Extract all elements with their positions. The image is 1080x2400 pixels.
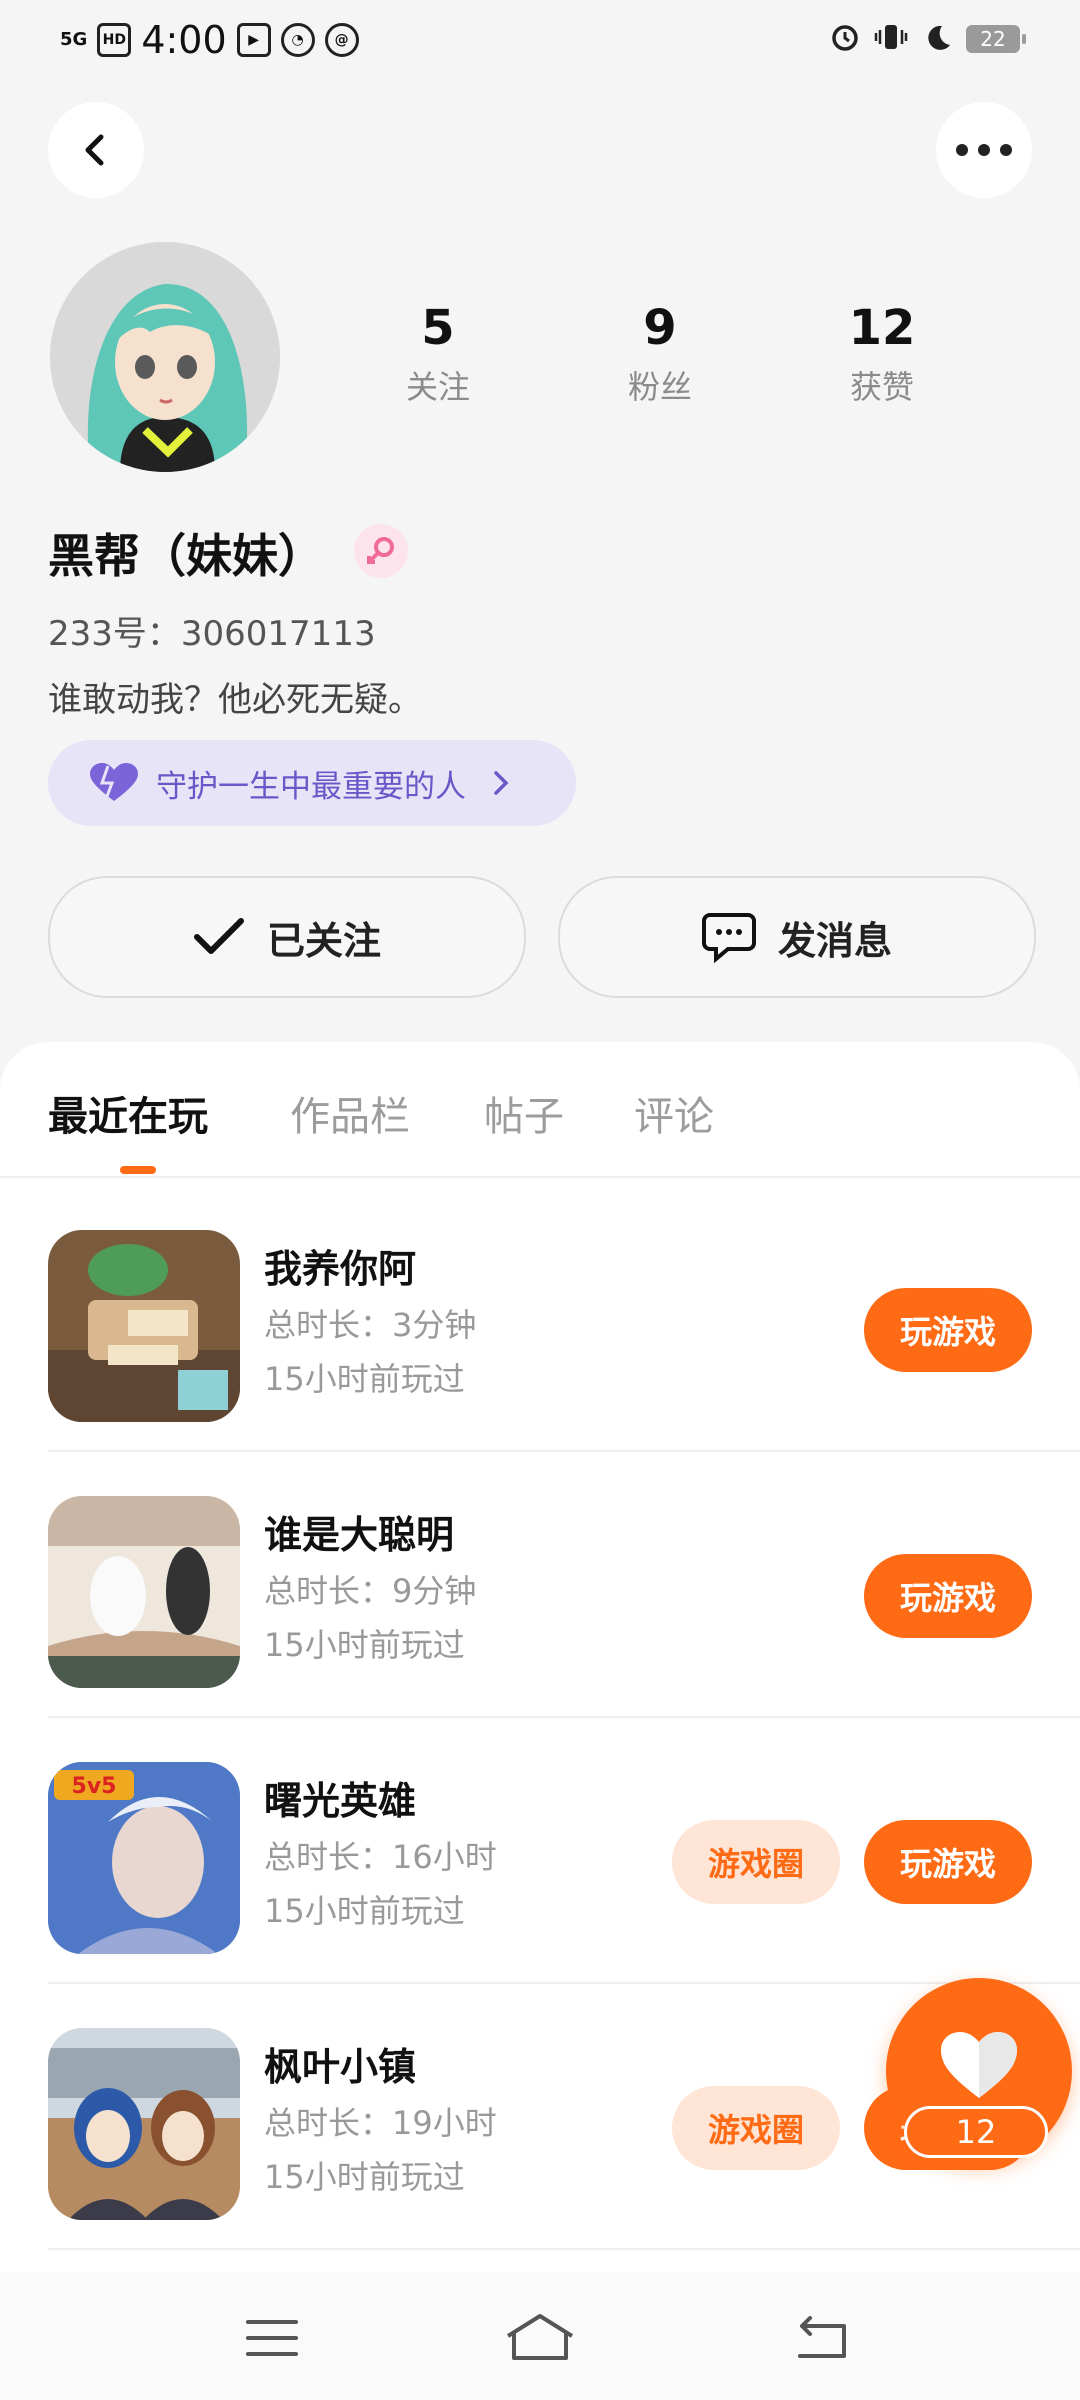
game-last-played: 15小时前玩过 [264, 1360, 465, 1398]
heart-icon [941, 2032, 1017, 2098]
mail-icon: @ [324, 23, 359, 57]
female-icon [354, 524, 408, 578]
purple-heart-icon [90, 763, 138, 801]
fans-count: 9 [643, 300, 677, 356]
status-bar: 5G HD 4:00 ▶ ◔ @ 22 [0, 0, 1080, 84]
game-row[interactable]: 谁是大聪明 总时长：9分钟 15小时前玩过 玩游戏 [0, 1452, 1080, 1718]
tab-posts[interactable]: 帖子 [484, 1084, 564, 1142]
check-icon [193, 918, 244, 954]
tab-works[interactable]: 作品栏 [290, 1084, 410, 1142]
stat-fans[interactable]: 9 粉丝 [580, 300, 740, 408]
send-message-label: 发消息 [777, 918, 892, 963]
game-icon [48, 1230, 240, 1422]
guard-text: 守护一生中最重要的人 [156, 768, 466, 805]
app-notification-icon: ◔ [280, 23, 315, 57]
game-circle-button[interactable]: 游戏圈 [672, 1820, 840, 1904]
chevron-left-icon [85, 134, 104, 166]
home-icon[interactable] [504, 2312, 576, 2362]
network-indicator: 5G [60, 29, 88, 50]
game-duration: 总时长：3分钟 [264, 1306, 477, 1344]
more-options-button[interactable] [936, 102, 1032, 198]
menu-icon[interactable] [244, 2316, 300, 2360]
game-name: 曙光英雄 [264, 1779, 417, 1823]
nickname: 黑帮（妹妹） [48, 529, 324, 583]
status-right: 22 [830, 22, 1026, 56]
user-id: 233号：306017113 [48, 614, 376, 654]
vibrate-icon [874, 22, 908, 56]
svg-text:5v5: 5v5 [72, 1774, 117, 1799]
followed-button[interactable]: 已关注 [48, 876, 526, 998]
followed-label: 已关注 [266, 918, 381, 963]
game-name: 枫叶小镇 [264, 2045, 417, 2089]
bio: 谁敢动我？他必死无疑。 [48, 680, 422, 720]
moon-icon [922, 22, 952, 56]
stat-following[interactable]: 5 关注 [358, 300, 518, 408]
play-game-button[interactable]: 玩游戏 [864, 1554, 1032, 1638]
game-name: 我养你阿 [264, 1247, 417, 1291]
hd-badge: HD [97, 23, 132, 57]
game-duration: 总时长：19小时 [264, 2104, 497, 2142]
system-nav-bar [0, 2272, 1080, 2400]
anime-girl-avatar-illustration [50, 242, 280, 472]
clock: 4:00 [141, 18, 227, 62]
alarm-icon [830, 22, 860, 56]
chat-bubble-icon [701, 913, 756, 963]
tab-divider [0, 1176, 1080, 1178]
game-icon [48, 2028, 240, 2220]
tab-recently-played[interactable]: 最近在玩 [48, 1084, 208, 1142]
row-divider [48, 2248, 1080, 2250]
battery-indicator: 22 [966, 25, 1026, 53]
game-icon: 5v5 [48, 1762, 240, 1954]
send-message-button[interactable]: 发消息 [558, 876, 1036, 998]
game-duration: 总时长：9分钟 [264, 1572, 477, 1610]
game-icon [48, 1496, 240, 1688]
fans-label: 粉丝 [627, 368, 692, 406]
game-row[interactable]: 5v5 曙光英雄 总时长：16小时 15小时前玩过 游戏圈 玩游戏 [0, 1718, 1080, 1984]
game-row[interactable]: 我养你阿 总时长：3分钟 15小时前玩过 玩游戏 [0, 1186, 1080, 1452]
game-circle-button[interactable]: 游戏圈 [672, 2086, 840, 2170]
play-game-button[interactable]: 玩游戏 [864, 1288, 1032, 1372]
game-last-played: 15小时前玩过 [264, 1892, 465, 1930]
chevron-right-icon [494, 771, 509, 795]
tab-comments[interactable]: 评论 [634, 1084, 714, 1142]
following-label: 关注 [405, 368, 470, 406]
stat-likes[interactable]: 12 获赞 [802, 300, 962, 408]
following-count: 5 [421, 300, 455, 356]
like-fab-button[interactable]: 12 [886, 1978, 1072, 2164]
game-name: 谁是大聪明 [264, 1513, 455, 1557]
game-last-played: 15小时前玩过 [264, 1626, 465, 1664]
back-button[interactable] [48, 102, 144, 198]
like-count: 12 [904, 2106, 1048, 2158]
avatar[interactable] [50, 242, 280, 472]
guard-banner[interactable]: 守护一生中最重要的人 [48, 740, 576, 826]
likes-label: 获赞 [849, 368, 914, 406]
play-game-button[interactable]: 玩游戏 [864, 1820, 1032, 1904]
likes-count: 12 [848, 300, 916, 356]
media-icon: ▶ [236, 23, 271, 57]
game-last-played: 15小时前玩过 [264, 2158, 465, 2196]
status-left: 5G HD 4:00 ▶ ◔ @ [60, 18, 359, 62]
tab-indicator [120, 1166, 156, 1174]
game-duration: 总时长：16小时 [264, 1838, 497, 1876]
more-dots-icon [956, 144, 1012, 156]
back-nav-icon[interactable] [792, 2316, 852, 2360]
